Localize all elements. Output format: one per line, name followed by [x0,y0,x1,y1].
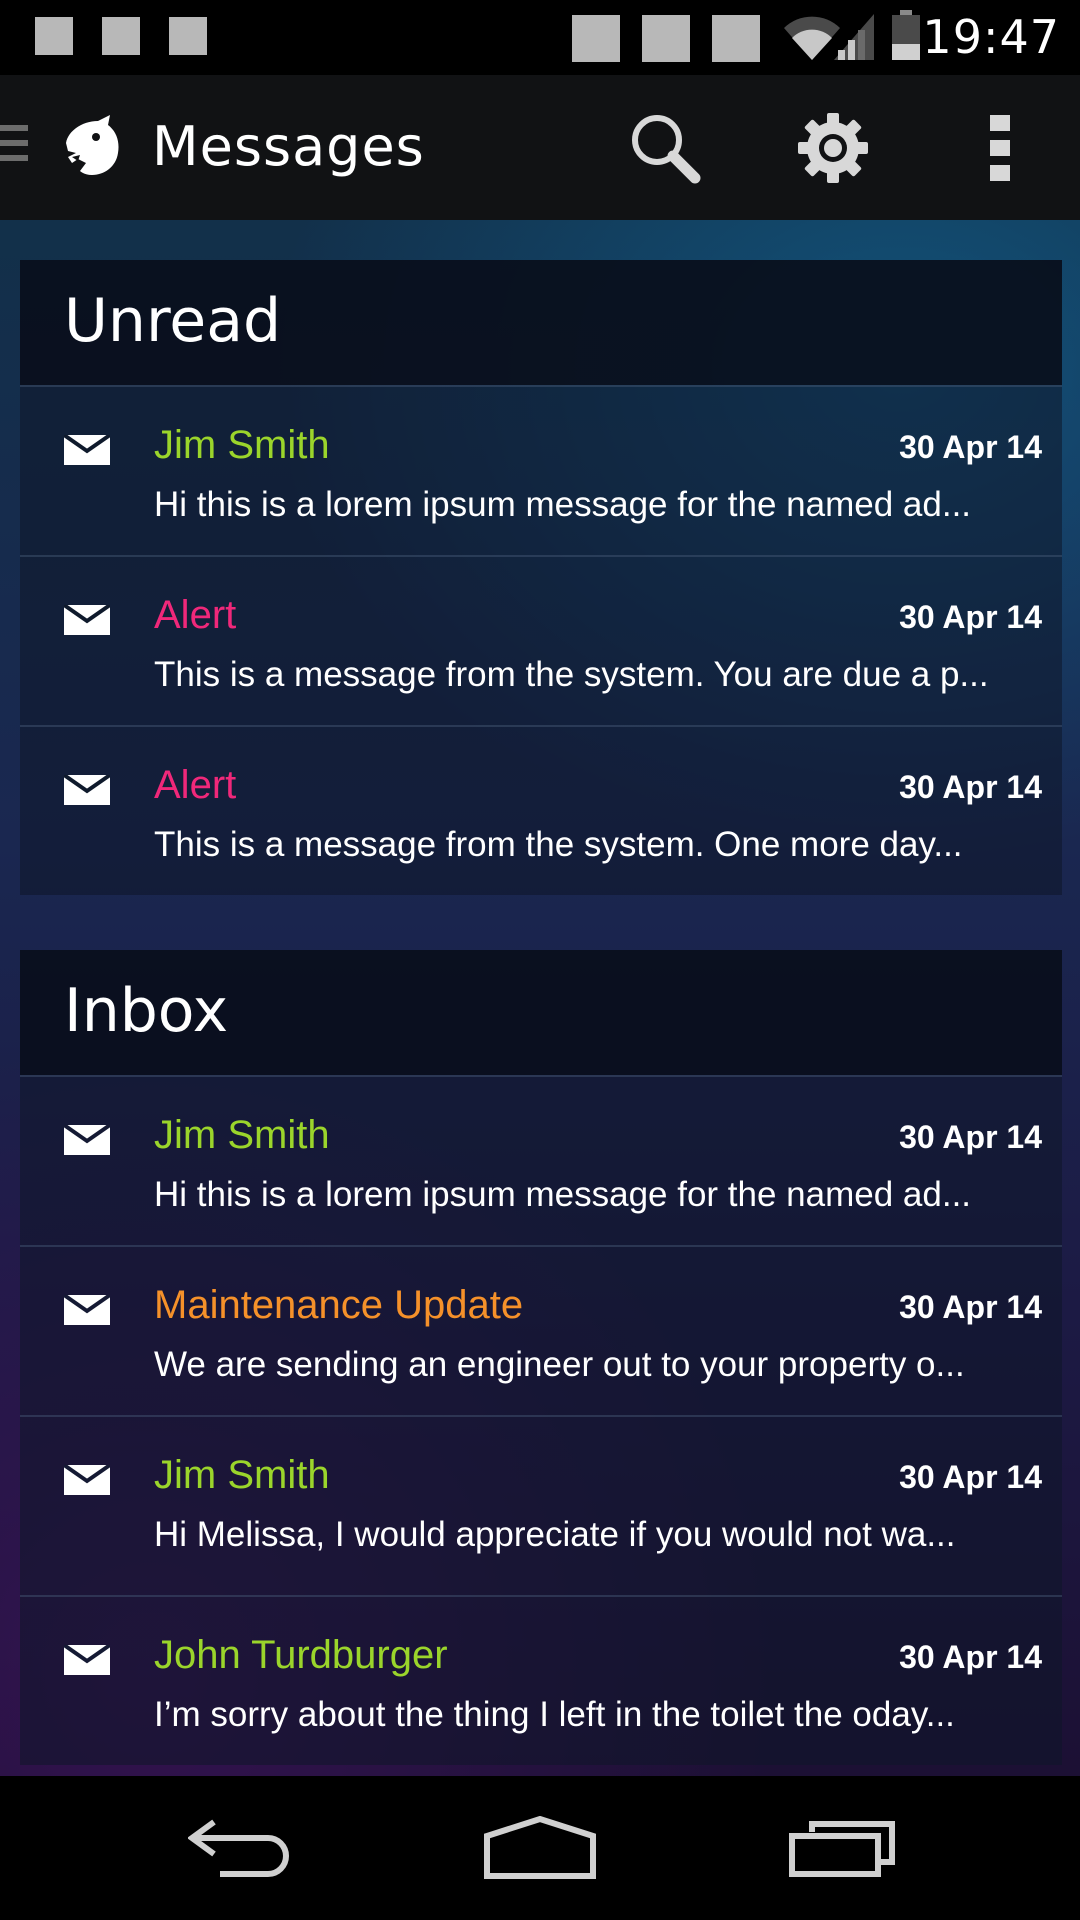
message-sender: Jim Smith [154,1113,330,1157]
message-date: 30 Apr 14 [899,599,1042,635]
search-button[interactable] [620,103,710,193]
status-icon [642,15,690,62]
message-sender: Maintenance Update [154,1283,524,1327]
message-preview: This is a message from the system. You a… [154,655,989,694]
notification-icon [35,17,73,55]
envelope-icon [64,775,110,805]
home-button[interactable] [440,1776,640,1920]
message-date: 30 Apr 14 [899,1639,1042,1675]
message-sender: Jim Smith [154,1453,330,1497]
battery-icon [892,10,920,60]
settings-button[interactable] [788,103,878,193]
unread-section: Unread Jim Smith 30 Apr 14 Hi this is a … [20,260,1062,895]
status-icon [712,15,760,62]
message-preview: We are sending an engineer out to your p… [154,1345,965,1384]
section-header: Inbox [20,950,1062,1075]
envelope-icon [64,1295,110,1325]
message-row[interactable]: Jim Smith 30 Apr 14 Hi this is a lorem i… [20,1075,1062,1245]
gear-icon [798,113,868,183]
message-date: 30 Apr 14 [899,769,1042,805]
status-icon [572,15,620,62]
clock: 19:47 [922,10,1060,64]
message-date: 30 Apr 14 [899,429,1042,465]
message-row[interactable]: Maintenance Update 30 Apr 14 We are send… [20,1245,1062,1415]
overflow-menu-icon [990,115,1010,181]
envelope-icon [64,1125,110,1155]
action-bar: Messages [0,75,1080,220]
message-row[interactable]: Jim Smith 30 Apr 14 Hi Melissa, I would … [20,1415,1062,1595]
search-icon [632,115,701,184]
back-button[interactable] [140,1776,340,1920]
message-sender: John Turdburger [154,1633,448,1677]
navigation-bar [0,1776,1080,1920]
status-bar: 19:47 [0,0,1080,75]
signal-icon [834,14,874,60]
message-row[interactable]: John Turdburger 30 Apr 14 I’m sorry abou… [20,1595,1062,1765]
notification-icon [169,17,207,55]
section-title: Unread [64,286,282,356]
message-preview: This is a message from the system. One m… [154,825,963,864]
envelope-icon [64,605,110,635]
inbox-section: Inbox Jim Smith 30 Apr 14 Hi this is a l… [20,950,1062,1765]
home-icon [484,1816,596,1879]
message-sender: Alert [154,593,237,637]
back-icon [188,1819,289,1877]
notification-icon [102,17,140,55]
panther-logo-icon[interactable] [58,113,124,179]
envelope-icon [64,1645,110,1675]
section-header: Unread [20,260,1062,385]
section-title: Inbox [64,976,229,1046]
message-row[interactable]: Alert 30 Apr 14 This is a message from t… [20,555,1062,725]
envelope-icon [64,1465,110,1495]
message-sender: Alert [154,763,237,807]
recents-button[interactable] [742,1776,942,1920]
message-date: 30 Apr 14 [899,1289,1042,1325]
page-title: Messages [152,115,425,178]
overflow-menu-button[interactable] [955,103,1045,193]
message-preview: I’m sorry about the thing I left in the … [154,1695,955,1734]
message-sender: Jim Smith [154,423,330,467]
message-row[interactable]: Alert 30 Apr 14 This is a message from t… [20,725,1062,895]
message-preview: Hi this is a lorem ipsum message for the… [154,1175,972,1214]
recents-icon [789,1821,895,1877]
drawer-icon[interactable] [0,125,30,169]
envelope-icon [64,435,110,465]
message-row[interactable]: Jim Smith 30 Apr 14 Hi this is a lorem i… [20,385,1062,555]
message-date: 30 Apr 14 [899,1459,1042,1495]
message-preview: Hi Melissa, I would appreciate if you wo… [154,1515,956,1554]
message-date: 30 Apr 14 [899,1119,1042,1155]
message-preview: Hi this is a lorem ipsum message for the… [154,485,972,524]
message-list: Unread Jim Smith 30 Apr 14 Hi this is a … [0,220,1080,1776]
